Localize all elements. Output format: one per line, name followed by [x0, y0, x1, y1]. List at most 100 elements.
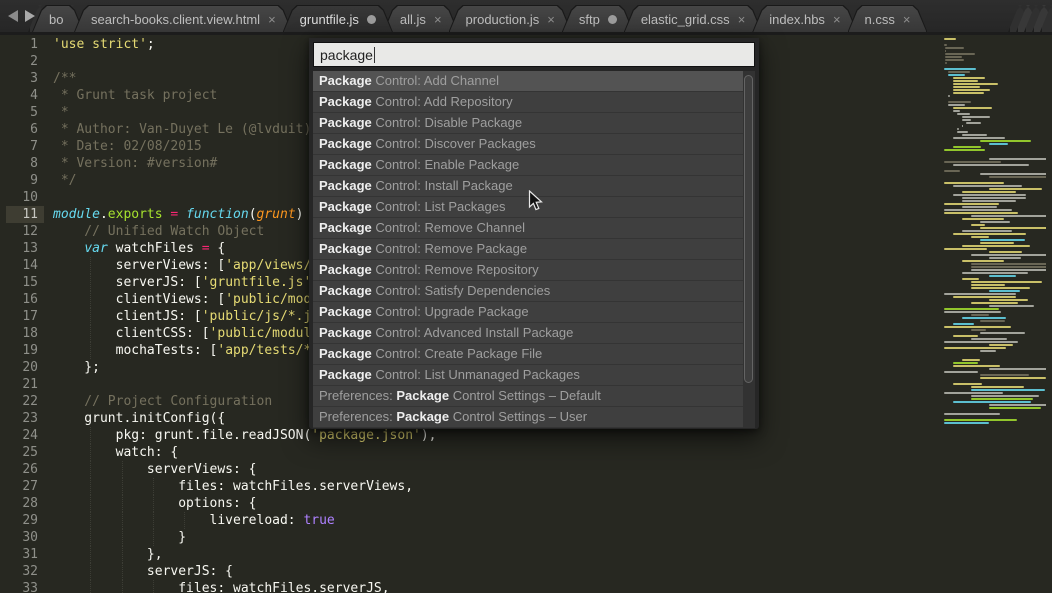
palette-item[interactable]: Package Control: Disable Package	[313, 113, 743, 134]
minimap-line	[989, 275, 1016, 277]
palette-item[interactable]: Package Control: Remove Repository	[313, 260, 743, 281]
nav-forward-icon[interactable]	[25, 10, 35, 22]
code-text: };	[53, 360, 100, 375]
palette-item[interactable]: Package Control: List Unmanaged Packages	[313, 365, 743, 386]
minimap-line	[953, 365, 1000, 367]
nav-back-icon[interactable]	[8, 10, 18, 22]
minimap-line	[944, 212, 1018, 214]
tab-bar: bosearch-books.client.view.html×gruntfil…	[0, 0, 1052, 35]
tab-n-css[interactable]: n.css×	[848, 5, 928, 32]
code-text: 'use strict';	[53, 37, 155, 52]
minimap-line	[971, 398, 1033, 400]
tab-close-icon[interactable]: ×	[547, 13, 555, 26]
minimap-line	[953, 146, 981, 148]
minimap-line	[971, 386, 1024, 388]
minimap-line	[957, 131, 967, 133]
tab-close-icon[interactable]: ×	[738, 13, 746, 26]
tab-sftp[interactable]: sftp	[562, 5, 634, 32]
minimap-line	[971, 269, 1046, 271]
tab-search-books-client-view-html[interactable]: search-books.client.view.html ×	[74, 5, 293, 32]
tab-gruntfile-js[interactable]: gruntfile.js	[283, 5, 393, 32]
indent-guide	[90, 291, 91, 308]
palette-item[interactable]: Preferences: Package Control Settings – …	[313, 407, 743, 428]
palette-item[interactable]: Package Control: Create Package File	[313, 344, 743, 365]
minimap-line	[980, 140, 1031, 142]
palette-item[interactable]: Package Control: Remove Package	[313, 239, 743, 260]
code-text: files: watchFiles.serverJS,	[53, 581, 390, 593]
tab-label: search-books.client.view.html	[91, 12, 260, 27]
indent-guide	[90, 444, 91, 461]
minimap-line	[944, 248, 987, 250]
palette-scrollbar[interactable]	[743, 71, 755, 428]
tab-close-icon[interactable]: ×	[268, 13, 276, 26]
sublime-text-window: 1'use strict';23/**4 * Grunt task projec…	[0, 0, 1052, 593]
palette-item[interactable]: Package Control: Upgrade Package	[313, 302, 743, 323]
minimap-line	[957, 128, 959, 130]
minimap-line	[953, 383, 982, 385]
minimap-line	[962, 317, 1006, 319]
line-number: 3	[6, 70, 44, 87]
indent-guide	[122, 495, 123, 512]
minimap-line	[989, 251, 1022, 253]
indent-guide	[90, 478, 91, 495]
minimap-line	[989, 176, 1046, 178]
palette-item[interactable]: Package Control: Satisfy Dependencies	[313, 281, 743, 302]
minimap-line	[945, 59, 964, 61]
minimap-line	[944, 44, 947, 46]
indent-guide	[122, 529, 123, 546]
tab-close-icon[interactable]: ×	[903, 13, 911, 26]
code-text: * Grunt task project	[53, 88, 217, 103]
palette-item[interactable]: Package Control: Remove Channel	[313, 218, 743, 239]
tab-close-icon[interactable]: ×	[833, 13, 841, 26]
minimap-line	[989, 344, 1013, 346]
code-text: pkg: grunt.file.readJSON('package.json')…	[53, 428, 437, 443]
palette-item[interactable]: Package Control: Add Channel	[313, 71, 743, 92]
code-text: clientJS: ['public/js/*.js'],	[53, 309, 343, 324]
minimap-line	[948, 74, 965, 76]
line-number: 14	[6, 257, 44, 274]
minimap-line	[944, 341, 1018, 343]
code-text: livereload: true	[53, 513, 335, 528]
tab-index-hbs[interactable]: index.hbs×	[752, 5, 857, 32]
tab-production-js[interactable]: production.js×	[449, 5, 572, 32]
tab-elastic-grid-css[interactable]: elastic_grid.css×	[624, 5, 762, 32]
minimap-line	[980, 332, 1025, 334]
minimap-line	[989, 305, 1034, 307]
tab-all-js[interactable]: all.js×	[383, 5, 459, 32]
line-number: 17	[6, 308, 44, 325]
minimap-line	[962, 119, 972, 121]
minimap-line	[953, 83, 999, 85]
minimap-line	[962, 197, 1026, 199]
palette-item[interactable]: Package Control: Advanced Install Packag…	[313, 323, 743, 344]
minimap[interactable]	[940, 38, 1046, 458]
code-text: },	[53, 547, 163, 562]
tab-close-icon[interactable]: ×	[434, 13, 442, 26]
minimap-line	[953, 335, 978, 337]
minimap-line	[953, 362, 978, 364]
indent-guide	[90, 427, 91, 444]
minimap-line	[980, 350, 996, 352]
palette-item[interactable]: Preferences: Package Control Settings – …	[313, 386, 743, 407]
code-line: 31 },	[0, 546, 936, 563]
minimap-line	[944, 38, 956, 40]
palette-item[interactable]: Package Control: Add Repository	[313, 92, 743, 113]
palette-item[interactable]: Package Control: Enable Package	[313, 155, 743, 176]
minimap-line	[945, 56, 962, 58]
palette-scrollbar-thumb[interactable]	[744, 75, 753, 383]
minimap-line	[953, 110, 961, 112]
minimap-line	[944, 161, 1001, 163]
minimap-line	[962, 260, 1004, 262]
minimap-line	[989, 404, 1046, 406]
code-text: files: watchFiles.serverViews,	[53, 479, 413, 494]
minimap-line	[971, 224, 985, 226]
code-text: var watchFiles = {	[53, 241, 225, 256]
code-text: *	[53, 105, 69, 120]
line-number: 13	[6, 240, 44, 257]
indent-guide	[90, 546, 91, 563]
minimap-line	[945, 62, 947, 64]
minimap-line	[989, 188, 1042, 190]
palette-search-input[interactable]: package	[313, 42, 755, 67]
minimap-line	[966, 122, 981, 124]
tab-strip: bosearch-books.client.view.html×gruntfil…	[42, 5, 927, 32]
palette-item[interactable]: Package Control: Discover Packages	[313, 134, 743, 155]
